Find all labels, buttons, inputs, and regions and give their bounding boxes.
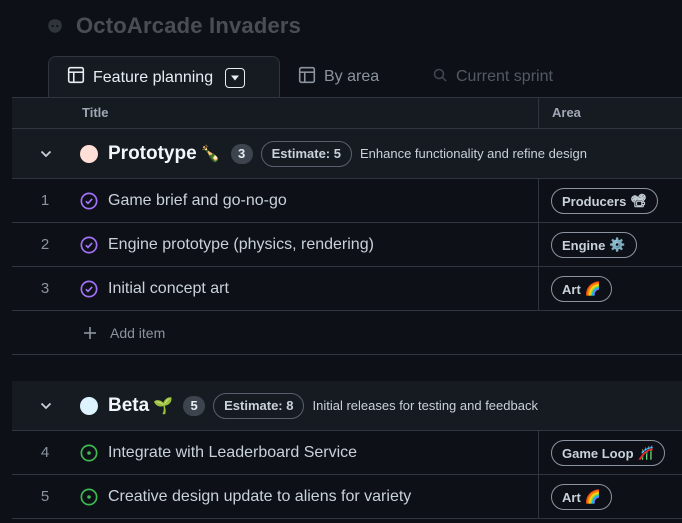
item-title[interactable]: Engine prototype (physics, rendering) <box>108 223 374 267</box>
column-divider <box>538 475 539 519</box>
table-row[interactable]: 4 Integrate with Leaderboard Service Gam… <box>12 431 682 475</box>
add-item-row[interactable]: Add item <box>12 311 682 355</box>
group-color-dot <box>80 144 98 163</box>
area-label-pill[interactable]: Game Loop 🎢 <box>551 440 665 466</box>
view-options-button[interactable] <box>225 67 246 88</box>
table-icon <box>298 66 316 89</box>
column-divider <box>538 98 539 130</box>
group-separator <box>12 355 682 375</box>
group-count-badge: 5 <box>183 395 206 416</box>
chevron-down-icon[interactable] <box>36 150 56 158</box>
tab-by-area[interactable]: By area <box>298 56 379 98</box>
area-label-pill[interactable]: Producers 📽 <box>551 188 658 214</box>
column-divider <box>538 267 539 311</box>
column-area[interactable]: Area <box>552 105 581 120</box>
area-emoji: 🎢 <box>637 445 654 460</box>
area-label-pill[interactable]: Engine ⚙️ <box>551 232 637 258</box>
project-title: OctoArcade Invaders <box>76 13 302 38</box>
row-number: 3 <box>40 280 50 297</box>
group-name: Beta <box>108 394 150 416</box>
closed-issue-icon <box>80 236 98 254</box>
tab-label: By area <box>324 68 380 85</box>
seedling-emoji: 🌱 <box>153 397 174 415</box>
group-name: Prototype <box>108 142 197 164</box>
group-estimate: Estimate: 5 <box>260 140 352 167</box>
closed-issue-icon <box>80 280 98 298</box>
bottle-emoji: 🍾 <box>200 145 221 163</box>
search-icon <box>432 67 448 88</box>
tab-feature-planning[interactable]: Feature planning <box>48 56 280 98</box>
column-divider <box>538 431 539 475</box>
table-row[interactable]: 3 Initial concept art Art 🌈 <box>12 267 682 311</box>
octocat-icon <box>44 15 66 37</box>
group-header-beta[interactable]: Beta 🌱 5 Estimate: 8 Initial releases fo… <box>12 381 682 431</box>
closed-issue-icon <box>80 192 98 210</box>
tab-label: Feature planning <box>93 68 214 86</box>
group-count-badge: 3 <box>230 143 253 164</box>
table-icon <box>67 66 85 89</box>
area-emoji: 📽 <box>630 193 647 208</box>
area-label-pill[interactable]: Art 🌈 <box>551 484 612 510</box>
area-emoji: 🌈 <box>584 489 601 504</box>
row-number: 1 <box>40 192 50 209</box>
area-label: Engine <box>562 237 606 253</box>
area-label: Art <box>562 489 581 505</box>
area-label: Art <box>562 281 581 297</box>
column-divider <box>538 179 539 223</box>
view-tabs: Feature planning By area Current sprint <box>12 56 682 98</box>
items-table: Title Area Prototype 🍾 3 Estimate: 5 Enh… <box>12 97 682 523</box>
column-title[interactable]: Title <box>82 105 109 120</box>
group-header-prototype[interactable]: Prototype 🍾 3 Estimate: 5 Enhance functi… <box>12 129 682 179</box>
project-board: OctoArcade Invaders Feature planning By … <box>0 0 682 523</box>
group-color-dot <box>80 396 98 415</box>
area-label: Game Loop <box>562 445 634 461</box>
table-row[interactable]: 1 Game brief and go-no-go Producers 📽 <box>12 179 682 223</box>
area-label: Producers <box>562 193 627 209</box>
tab-current-sprint[interactable]: Current sprint <box>432 56 553 98</box>
area-label-pill[interactable]: Art 🌈 <box>551 276 612 302</box>
add-item-label: Add item <box>110 324 166 341</box>
table-row[interactable]: 5 Creative design update to aliens for v… <box>12 475 682 519</box>
item-title[interactable]: Game brief and go-no-go <box>108 179 287 223</box>
tab-label: Current sprint <box>456 68 553 85</box>
group-description: Initial releases for testing and feedbac… <box>312 398 538 413</box>
area-emoji: ⚙️ <box>609 237 626 252</box>
item-title[interactable]: Creative design update to aliens for var… <box>108 475 411 519</box>
triangle-down-icon <box>231 75 240 80</box>
column-header-row: Title Area <box>12 97 682 130</box>
plus-icon <box>82 325 98 341</box>
table-row[interactable]: 2 Engine prototype (physics, rendering) … <box>12 223 682 267</box>
column-divider <box>538 223 539 267</box>
row-number: 5 <box>40 488 50 505</box>
item-title[interactable]: Initial concept art <box>108 267 229 311</box>
row-number: 2 <box>40 236 50 253</box>
item-title[interactable]: Integrate with Leaderboard Service <box>108 431 357 475</box>
project-header: OctoArcade Invaders <box>44 10 301 42</box>
chevron-down-icon[interactable] <box>36 402 56 410</box>
row-number: 4 <box>40 444 50 461</box>
open-issue-icon <box>80 444 98 462</box>
group-description: Enhance functionality and refine design <box>359 146 587 161</box>
open-issue-icon <box>80 488 98 506</box>
area-emoji: 🌈 <box>584 281 601 296</box>
group-estimate: Estimate: 8 <box>213 392 305 419</box>
